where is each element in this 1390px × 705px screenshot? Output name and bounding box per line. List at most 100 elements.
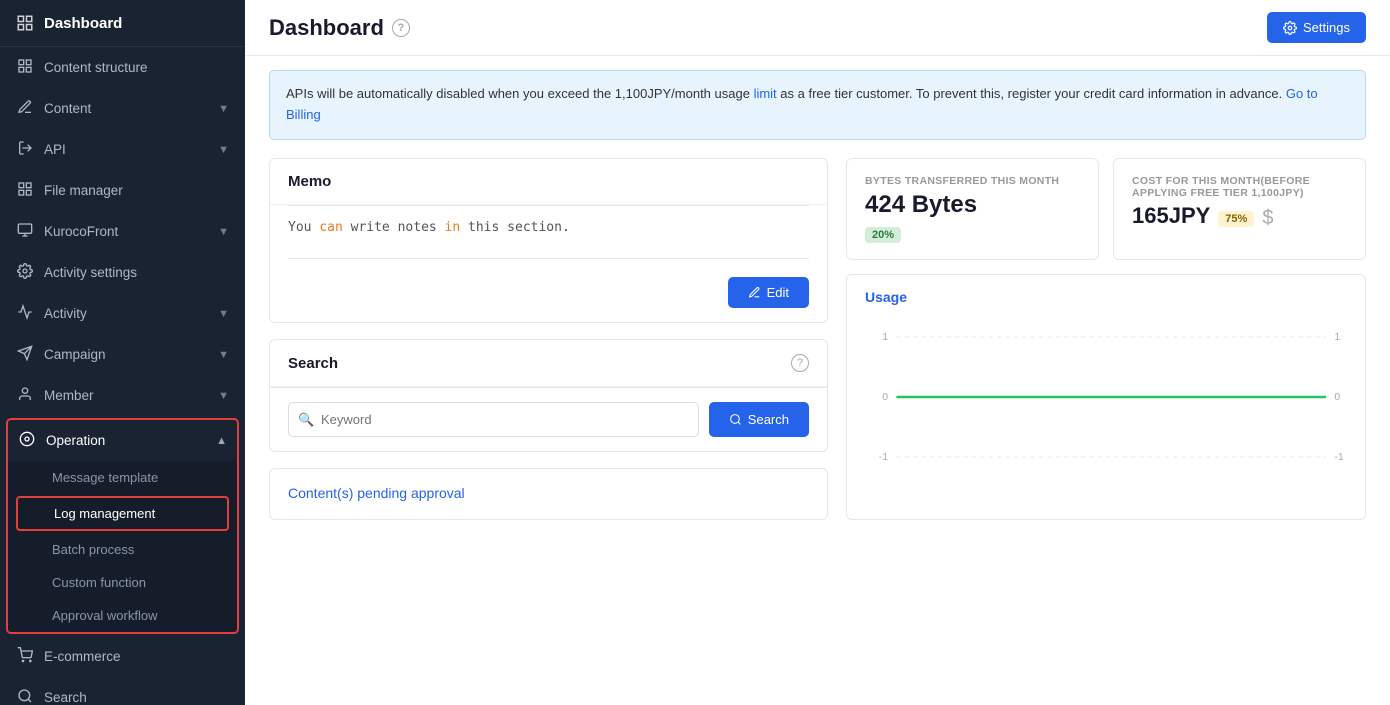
activity-icon — [16, 304, 34, 323]
usage-title: Usage — [865, 289, 1347, 305]
cost-label: COST FOR THIS MONTH(BEFORE APPLYING FREE… — [1132, 175, 1347, 199]
sidebar-header-title: Dashboard — [44, 15, 122, 32]
file-manager-icon — [16, 181, 34, 200]
sidebar-item-content-structure[interactable]: Content structure — [0, 47, 245, 88]
search-input-wrapper: 🔍 — [288, 402, 699, 437]
submenu-label: Approval workflow — [52, 608, 158, 623]
alert-banner: APIs will be automatically disabled when… — [269, 70, 1366, 140]
memo-card: Memo You can write notes in this section… — [269, 158, 828, 324]
campaign-icon — [16, 345, 34, 364]
sidebar-header[interactable]: Dashboard — [0, 0, 245, 47]
dashboard-title: Dashboard — [269, 15, 384, 41]
right-column: BYTES TRANSFERRED THIS MONTH 424 Bytes 2… — [846, 158, 1366, 521]
search-sidebar-icon — [16, 688, 34, 705]
chevron-down-icon: ▼ — [218, 144, 229, 156]
memo-content: You can write notes in this section. — [288, 206, 809, 259]
stats-row: BYTES TRANSFERRED THIS MONTH 424 Bytes 2… — [846, 158, 1366, 260]
left-column: Memo You can write notes in this section… — [269, 158, 828, 521]
sidebar-item-member[interactable]: Member ▼ — [0, 375, 245, 416]
sidebar-sub-item-approval-workflow[interactable]: Approval workflow — [8, 599, 237, 632]
search-card-header: Search ? — [270, 340, 827, 387]
bytes-badge: 20% — [865, 227, 901, 243]
search-help-icon[interactable]: ? — [791, 354, 809, 372]
edit-label: Edit — [767, 285, 789, 300]
content-icon — [16, 99, 34, 118]
sidebar-item-content[interactable]: Content ▼ — [0, 88, 245, 129]
sidebar-sub-item-custom-function[interactable]: Custom function — [8, 566, 237, 599]
main-content: Dashboard ? Settings APIs will be automa… — [245, 0, 1390, 705]
sidebar-item-label: E-commerce — [44, 649, 121, 664]
chevron-down-icon: ▼ — [218, 349, 229, 361]
sidebar-item-operation[interactable]: Operation ▲ — [8, 420, 237, 461]
chevron-down-icon: ▼ — [218, 390, 229, 402]
sidebar-item-file-manager[interactable]: File manager — [0, 170, 245, 211]
ecommerce-icon — [16, 647, 34, 666]
sidebar-item-api[interactable]: API ▼ — [0, 129, 245, 170]
page-title: Dashboard ? — [269, 15, 410, 41]
sidebar-item-label: File manager — [44, 183, 123, 198]
help-icon[interactable]: ? — [392, 19, 410, 37]
settings-label: Settings — [1303, 20, 1350, 35]
submenu-label: Log management — [54, 506, 155, 521]
svg-text:0: 0 — [882, 392, 888, 403]
alert-text2: as a free tier customer. To prevent this… — [777, 86, 1286, 101]
svg-text:0: 0 — [1334, 392, 1340, 403]
edit-icon — [748, 286, 761, 299]
sidebar-sub-item-log-management[interactable]: Log management — [18, 498, 227, 529]
settings-button[interactable]: Settings — [1267, 12, 1366, 43]
svg-text:-1: -1 — [1334, 452, 1344, 463]
bytes-label: BYTES TRANSFERRED THIS MONTH — [865, 175, 1080, 187]
search-card: Search ? 🔍 Search — [269, 339, 828, 452]
sidebar-sub-item-batch-process[interactable]: Batch process — [8, 533, 237, 566]
content-area: Memo You can write notes in this section… — [245, 140, 1390, 539]
member-icon — [16, 386, 34, 405]
search-btn-icon — [729, 413, 742, 426]
usage-chart: 1 0 -1 1 0 -1 — [865, 317, 1347, 477]
sidebar-item-label: Search — [44, 690, 87, 705]
cost-badge: 75% — [1218, 211, 1254, 227]
edit-button[interactable]: Edit — [728, 277, 809, 308]
cost-value: 165JPY — [1132, 203, 1210, 229]
sidebar-item-label: API — [44, 142, 66, 157]
operation-icon — [18, 431, 36, 450]
cost-stat-card: COST FOR THIS MONTH(BEFORE APPLYING FREE… — [1113, 158, 1366, 260]
svg-text:1: 1 — [1334, 332, 1340, 343]
settings-icon — [1283, 21, 1297, 35]
activity-settings-icon — [16, 263, 34, 282]
content-structure-icon — [16, 58, 34, 77]
bytes-value: 424 Bytes — [865, 191, 1080, 219]
sidebar-item-ecommerce[interactable]: E-commerce — [0, 636, 245, 677]
operation-submenu: Message template Log management Batch pr… — [8, 461, 237, 632]
kurocofront-icon — [16, 222, 34, 241]
dollar-icon: $ — [1262, 207, 1273, 230]
sidebar-item-label: Content — [44, 101, 91, 116]
sidebar: Dashboard Content structure Content ▼ AP… — [0, 0, 245, 705]
topbar: Dashboard ? Settings — [245, 0, 1390, 56]
search-button[interactable]: Search — [709, 402, 809, 437]
chevron-down-icon: ▼ — [218, 226, 229, 238]
sidebar-sub-item-message-template[interactable]: Message template — [8, 461, 237, 494]
alert-link-limit[interactable]: limit — [754, 86, 777, 101]
cost-value-row: 165JPY 75% $ — [1132, 203, 1347, 235]
pending-approval-link[interactable]: Content(s) pending approval — [288, 485, 465, 501]
search-card-title: Search — [288, 355, 338, 372]
search-input[interactable] — [288, 402, 699, 437]
sidebar-item-activity-settings[interactable]: Activity settings — [0, 252, 245, 293]
sidebar-item-label: Activity settings — [44, 265, 137, 280]
pending-approval-card: Content(s) pending approval — [269, 468, 828, 520]
sidebar-item-search[interactable]: Search — [0, 677, 245, 705]
sidebar-item-label: Member — [44, 388, 94, 403]
chevron-up-icon: ▲ — [216, 435, 227, 447]
memo-title: Memo — [270, 159, 827, 205]
usage-card: Usage 1 0 -1 1 0 -1 — [846, 274, 1366, 521]
chart-area: 1 0 -1 1 0 -1 — [865, 317, 1347, 477]
submenu-label: Batch process — [52, 542, 134, 557]
sidebar-item-activity[interactable]: Activity ▼ — [0, 293, 245, 334]
sidebar-item-label: KurocoFront — [44, 224, 118, 239]
alert-text1: APIs will be automatically disabled when… — [286, 86, 754, 101]
bytes-stat-card: BYTES TRANSFERRED THIS MONTH 424 Bytes 2… — [846, 158, 1099, 260]
sidebar-item-campaign[interactable]: Campaign ▼ — [0, 334, 245, 375]
sidebar-item-kurocofront[interactable]: KurocoFront ▼ — [0, 211, 245, 252]
chevron-down-icon: ▼ — [218, 103, 229, 115]
sidebar-item-label: Content structure — [44, 60, 148, 75]
